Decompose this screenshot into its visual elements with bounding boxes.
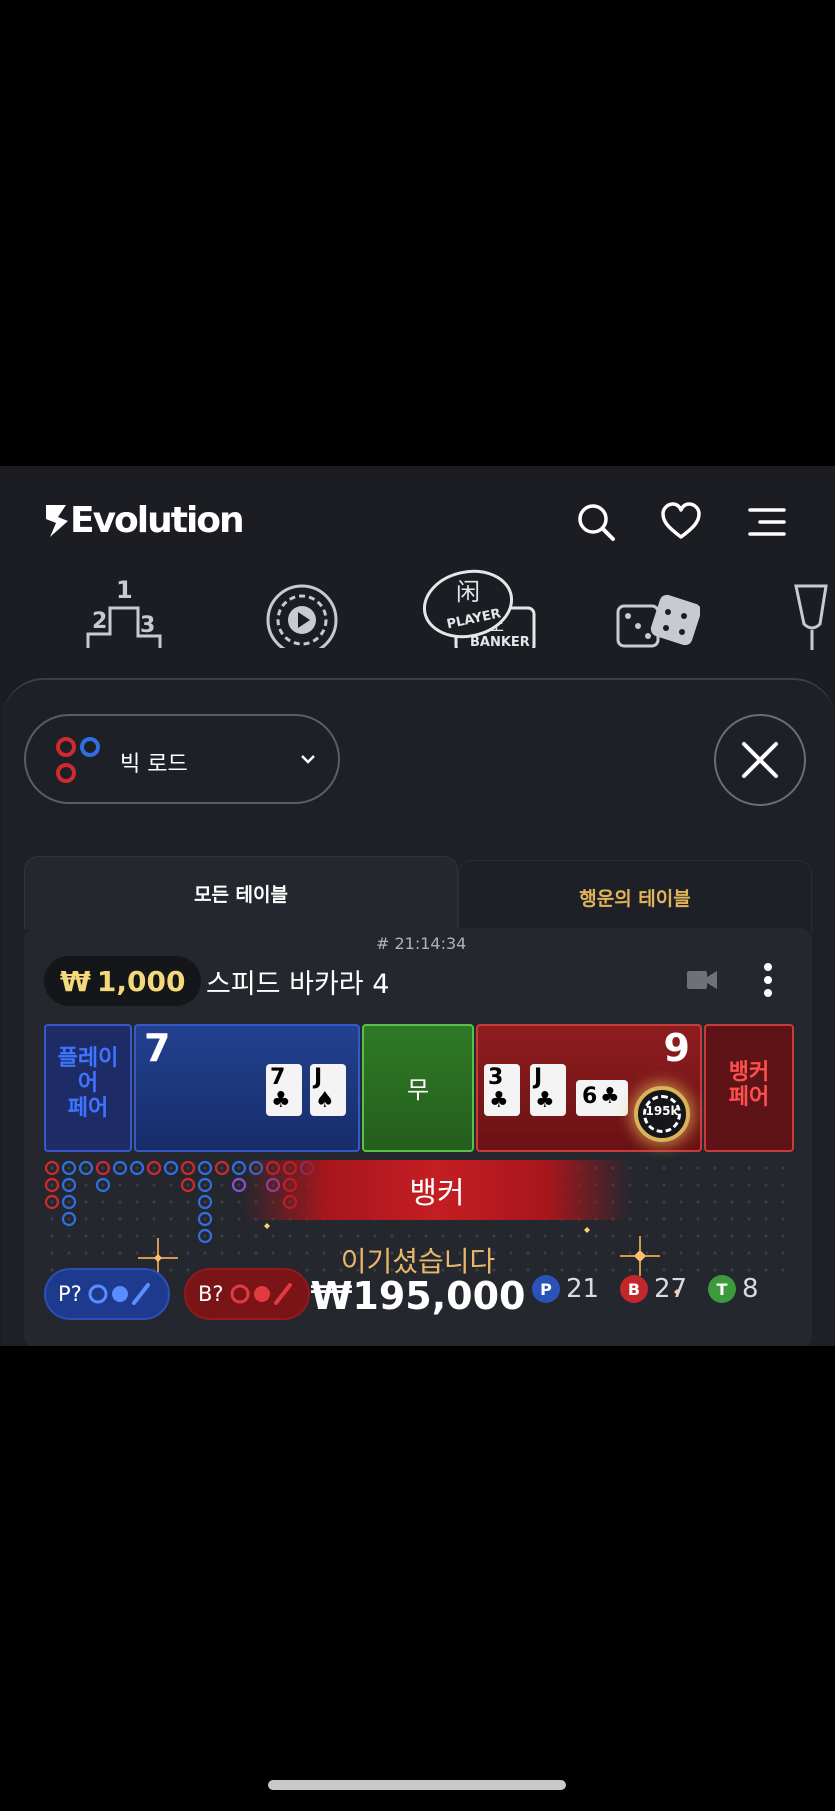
lobby-screen: Evolution 1 2 3 庄 [0, 466, 835, 1346]
tie-label: 무 [406, 1076, 430, 1104]
menu-icon[interactable] [748, 502, 788, 542]
card-rank: J [534, 1065, 543, 1090]
card-rank: 7 [270, 1065, 286, 1090]
baccarat-category-icon[interactable]: 庄 BANKER 闲 PLAYER [420, 564, 540, 648]
card-rank: 6 [582, 1084, 598, 1109]
banker-card-3: 6 ♣ [576, 1080, 628, 1116]
card-suit: ♣ [600, 1084, 620, 1109]
card-rank: J [314, 1065, 323, 1090]
logo-text: Evolution [70, 500, 245, 541]
banker-stat-badge: B [620, 1275, 648, 1303]
predict-road-icons [88, 1283, 150, 1305]
currency-symbol: ₩ [60, 964, 91, 998]
search-icon[interactable] [576, 502, 616, 542]
evolution-logo-icon [46, 504, 68, 537]
player-stat-badge: P [532, 1275, 560, 1303]
leaderboard-category-icon[interactable]: 1 2 3 [86, 572, 166, 648]
evolution-logo[interactable]: Evolution [44, 500, 245, 541]
banker-pair-zone[interactable]: 뱅커 페어 [704, 1024, 794, 1152]
tab-lucky-tables[interactable]: 행운의 테이블 [458, 860, 812, 933]
chip-label: 195k [645, 1104, 679, 1118]
more-options-icon[interactable] [762, 962, 774, 998]
tab-all-tables[interactable]: 모든 테이블 [24, 856, 458, 929]
tie-stat-badge: T [708, 1275, 736, 1303]
tie-count: T 8 [708, 1274, 759, 1304]
road-type-label: 빅 로드 [120, 752, 188, 777]
banker-zone[interactable]: 9 3 ♣ J ♣ 6 ♣ 195k [476, 1024, 702, 1152]
tie-zone[interactable]: 무 [362, 1024, 474, 1152]
chevron-down-icon [301, 755, 315, 764]
player-card-1: 7 ♣ [266, 1064, 302, 1116]
banker-card-1: 3 ♣ [484, 1064, 520, 1116]
player-char: 闲 [456, 578, 480, 606]
header: Evolution [0, 466, 835, 566]
leaderboard-digit-2: 2 [92, 609, 107, 634]
player-win-count: P 21 [532, 1274, 599, 1304]
road-type-dropdown[interactable]: 빅 로드 [24, 714, 340, 804]
cocktail-category-icon[interactable] [790, 584, 835, 650]
dice-category-icon[interactable] [616, 594, 700, 648]
tie-stat-value: 8 [742, 1274, 759, 1304]
stake-amount: 1,000 [96, 964, 186, 998]
player-predict-label: P? [58, 1282, 82, 1306]
card-suit: ♣ [535, 1088, 555, 1113]
banker-text: BANKER [470, 635, 530, 648]
table-name: 스피드 바카라 4 [206, 969, 390, 1000]
card-rank: 3 [488, 1065, 504, 1090]
banker-card-2: J ♣ [530, 1064, 566, 1116]
banker-predict-button[interactable]: B? [184, 1268, 310, 1320]
home-indicator[interactable] [268, 1780, 566, 1790]
player-predict-button[interactable]: P? [44, 1268, 170, 1320]
close-button[interactable] [714, 714, 806, 806]
card-suit: ♣ [489, 1088, 509, 1113]
card-suit: ♠ [315, 1088, 335, 1113]
banker-score: 9 [663, 1026, 690, 1070]
predict-road-icons [230, 1283, 292, 1305]
banker-win-count: B 27 [620, 1274, 687, 1304]
table-card[interactable]: # 21:14:34 ₩ 1,000 스피드 바카라 4 플레이 어 페어 7 [24, 928, 812, 1346]
player-pair-zone[interactable]: 플레이 어 페어 [44, 1024, 132, 1152]
leaderboard-digit-1: 1 [116, 576, 133, 604]
casino-chip-category-icon[interactable] [264, 582, 342, 648]
banker-stat-value: 27 [654, 1274, 688, 1304]
bet-chip: 195k [634, 1086, 690, 1142]
heart-icon[interactable] [661, 502, 701, 542]
stake-badge: ₩ 1,000 [44, 956, 202, 1006]
player-score: 7 [144, 1026, 171, 1070]
player-card-2: J ♠ [310, 1064, 346, 1116]
banker-predict-label: B? [198, 1282, 224, 1306]
player-pair-label: 플레이 어 페어 [57, 1046, 119, 1121]
player-zone[interactable]: 7 7 ♣ J ♠ [134, 1024, 360, 1152]
video-camera-icon[interactable] [686, 968, 718, 992]
category-bar: 1 2 3 庄 BANKER 闲 PLAYER [0, 564, 835, 650]
big-road-icon [56, 737, 100, 783]
leaderboard-digit-3: 3 [140, 613, 155, 638]
card-suit: ♣ [271, 1088, 291, 1113]
table-number: # 21:14:34 [376, 934, 467, 953]
road-panel: 빅 로드 행운의 테이블 모든 테이블 # 21:14:34 ₩ 1,000 스… [2, 678, 835, 1346]
close-icon [742, 742, 778, 778]
banker-pair-label: 뱅커 페어 [728, 1060, 770, 1110]
player-stat-value: 21 [566, 1274, 600, 1304]
